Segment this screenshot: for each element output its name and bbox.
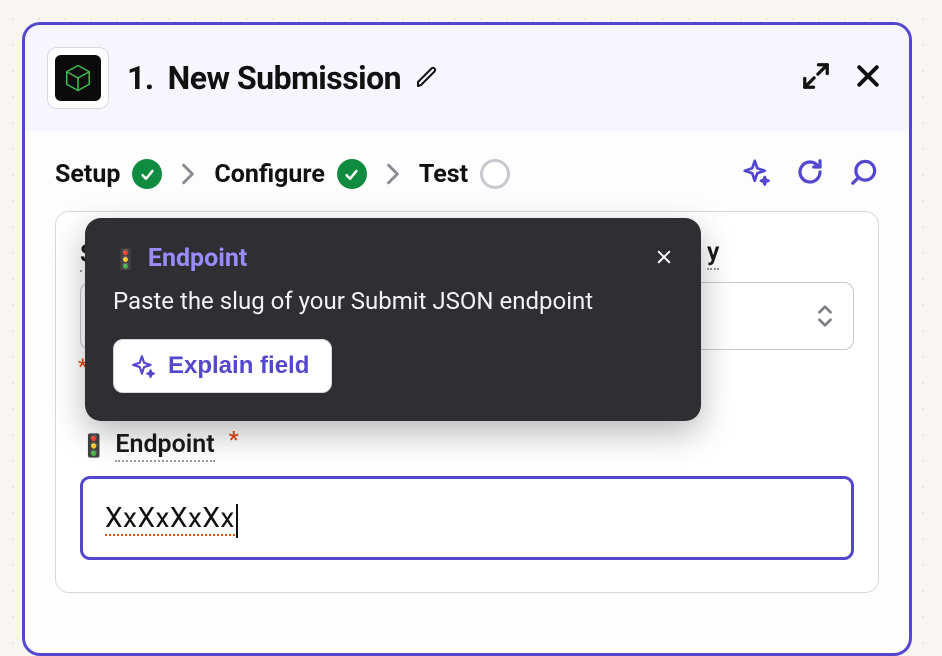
tooltip-title-text: Endpoint xyxy=(148,244,247,273)
close-icon xyxy=(655,248,673,266)
traffic-light-icon: 🚦 xyxy=(113,247,138,271)
step-test[interactable]: Test xyxy=(419,159,510,189)
tooltip-title: 🚦 Endpoint xyxy=(113,244,247,273)
endpoint-input-value: XxXxXxXx xyxy=(105,501,235,536)
endpoint-label: Endpoint xyxy=(115,430,214,462)
explain-field-label: Explain field xyxy=(168,352,309,380)
explain-field-button[interactable]: Explain field xyxy=(113,339,332,393)
step-label: Test xyxy=(419,160,468,189)
sparkle-icon xyxy=(741,157,771,187)
tooltip-body: Paste the slug of your Submit JSON endpo… xyxy=(113,285,673,317)
endpoint-label-row: 🚦 Endpoint * xyxy=(80,430,854,462)
app-icon xyxy=(47,47,109,109)
step-status-pending-icon xyxy=(480,159,510,189)
panel-title: New Submission xyxy=(168,59,401,97)
chevron-right-icon xyxy=(386,163,400,185)
check-icon xyxy=(139,166,156,183)
cube-icon xyxy=(63,63,93,93)
first-field-label-end: y xyxy=(707,238,719,270)
step-number: 1. xyxy=(127,59,154,97)
close-icon xyxy=(853,61,883,91)
pencil-icon xyxy=(415,65,439,89)
step-setup[interactable]: Setup xyxy=(55,159,162,189)
traffic-light-icon: 🚦 xyxy=(80,434,107,459)
stepper-separator xyxy=(375,163,411,185)
step-label: Setup xyxy=(55,160,120,189)
search-button[interactable] xyxy=(849,157,879,191)
stepper: Setup Configure xyxy=(25,131,909,205)
select-chevrons-icon xyxy=(815,303,835,329)
panel-header: 1. New Submission xyxy=(25,25,909,131)
required-marker: * xyxy=(229,428,239,453)
close-panel-button[interactable] xyxy=(853,61,883,95)
panel-title-row: 1. New Submission xyxy=(127,59,801,97)
tooltip-header: 🚦 Endpoint xyxy=(113,244,673,273)
text-caret xyxy=(236,504,238,538)
refresh-button[interactable] xyxy=(795,157,825,191)
step-status-done-icon xyxy=(132,159,162,189)
sparkle-icon xyxy=(130,353,156,379)
field-tooltip: 🚦 Endpoint Paste the slug of your Submit… xyxy=(85,218,701,421)
step-configure[interactable]: Configure xyxy=(214,159,366,189)
expand-icon xyxy=(801,61,831,91)
step-label: Configure xyxy=(214,160,324,189)
endpoint-input[interactable]: XxXxXxXx xyxy=(80,476,854,560)
undo-icon xyxy=(795,157,825,187)
check-icon xyxy=(343,166,360,183)
ai-assist-button[interactable] xyxy=(741,157,771,191)
app-icon-inner xyxy=(55,55,101,101)
header-actions xyxy=(801,61,883,95)
search-icon xyxy=(849,157,879,187)
expand-button[interactable] xyxy=(801,61,831,95)
stepper-actions xyxy=(741,157,879,191)
endpoint-field: 🚦 Endpoint * XxXxXxXx xyxy=(80,430,854,560)
step-status-done-icon xyxy=(337,159,367,189)
chevron-right-icon xyxy=(181,163,195,185)
edit-title-button[interactable] xyxy=(415,59,439,97)
tooltip-close-button[interactable] xyxy=(655,248,673,270)
stepper-separator xyxy=(170,163,206,185)
